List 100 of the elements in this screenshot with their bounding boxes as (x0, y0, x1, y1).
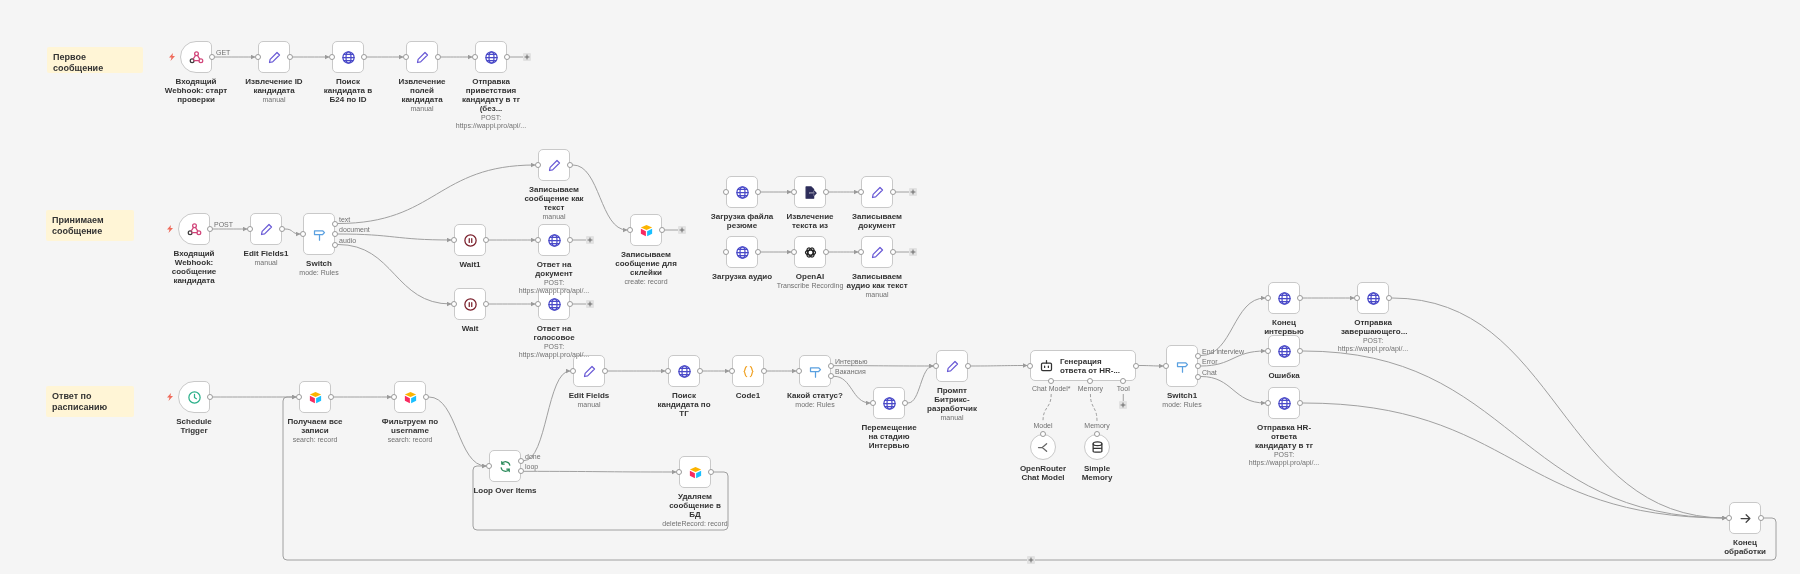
workflow-node[interactable] (861, 236, 893, 268)
workflow-node[interactable] (873, 387, 905, 419)
port-handle[interactable] (435, 54, 441, 60)
port-handle[interactable] (329, 54, 335, 60)
port-handle[interactable] (902, 400, 908, 406)
add-node-button[interactable] (909, 188, 917, 196)
port-handle[interactable] (535, 301, 541, 307)
port-handle[interactable] (890, 189, 896, 195)
add-node-button[interactable] (586, 236, 594, 244)
port-handle[interactable] (1120, 378, 1127, 384)
workflow-node[interactable] (250, 213, 282, 245)
port-handle[interactable] (483, 237, 489, 243)
port-handle[interactable] (1726, 515, 1732, 521)
workflow-node[interactable] (794, 176, 826, 208)
workflow-node[interactable] (538, 149, 570, 181)
workflow-node[interactable] (732, 355, 764, 387)
add-node-button[interactable] (678, 226, 686, 234)
port-handle[interactable] (486, 463, 492, 469)
add-node-button[interactable] (523, 53, 531, 61)
sticky-note[interactable]: Первое сообщение (47, 47, 143, 73)
port-handle[interactable] (361, 54, 367, 60)
port-handle[interactable] (570, 368, 576, 374)
port-handle[interactable] (933, 363, 939, 369)
workflow-node[interactable] (726, 176, 758, 208)
port-handle[interactable] (761, 368, 767, 374)
port-handle[interactable] (287, 54, 293, 60)
port-handle[interactable] (665, 368, 671, 374)
workflow-node[interactable] (178, 381, 210, 413)
workflow-node[interactable] (668, 355, 700, 387)
port-handle[interactable] (755, 189, 761, 195)
port-handle[interactable] (697, 368, 703, 374)
workflow-node[interactable] (538, 224, 570, 256)
workflow-node[interactable] (394, 381, 426, 413)
port-handle[interactable] (1048, 378, 1055, 384)
workflow-node[interactable] (303, 213, 335, 255)
port-handle[interactable] (423, 394, 429, 400)
port-handle[interactable] (300, 231, 306, 237)
workflow-node[interactable] (1084, 434, 1110, 460)
port-handle[interactable] (1094, 431, 1100, 437)
port-handle[interactable] (791, 249, 797, 255)
workflow-node[interactable] (799, 355, 831, 387)
port-handle[interactable] (296, 394, 302, 400)
workflow-node[interactable] (1166, 345, 1198, 387)
port-handle[interactable] (403, 54, 409, 60)
port-handle[interactable] (328, 394, 334, 400)
workflow-node[interactable] (726, 236, 758, 268)
workflow-node[interactable] (406, 41, 438, 73)
port-handle[interactable] (890, 249, 896, 255)
port-handle[interactable] (391, 394, 397, 400)
port-handle[interactable] (1297, 348, 1303, 354)
port-handle[interactable] (504, 54, 510, 60)
port-handle[interactable] (1758, 515, 1764, 521)
port-handle[interactable] (1087, 378, 1094, 384)
workflow-node[interactable] (489, 450, 521, 482)
port-handle[interactable] (858, 249, 864, 255)
port-handle[interactable] (858, 189, 864, 195)
workflow-node[interactable] (1268, 335, 1300, 367)
port-handle[interactable] (1265, 348, 1271, 354)
port-handle[interactable] (723, 189, 729, 195)
port-handle[interactable] (1265, 295, 1271, 301)
workflow-node[interactable] (1357, 282, 1389, 314)
workflow-node[interactable] (1729, 502, 1761, 534)
workflow-node[interactable] (178, 213, 210, 245)
workflow-node[interactable] (630, 214, 662, 246)
port-handle[interactable] (791, 189, 797, 195)
port-handle[interactable] (659, 227, 665, 233)
port-handle[interactable] (247, 226, 253, 232)
workflow-node[interactable] (861, 176, 893, 208)
workflow-node[interactable] (454, 224, 486, 256)
workflow-node[interactable] (1268, 282, 1300, 314)
port-handle[interactable] (708, 469, 714, 475)
workflow-node[interactable] (332, 41, 364, 73)
port-handle[interactable] (567, 162, 573, 168)
port-handle[interactable] (255, 54, 261, 60)
port-handle[interactable] (279, 226, 285, 232)
workflow-node[interactable] (475, 41, 507, 73)
add-node-button[interactable] (1027, 556, 1035, 564)
port-handle[interactable] (729, 368, 735, 374)
port-handle[interactable] (1297, 400, 1303, 406)
port-handle[interactable] (209, 54, 215, 60)
port-handle[interactable] (676, 469, 682, 475)
port-handle[interactable] (1265, 400, 1271, 406)
port-handle[interactable] (567, 237, 573, 243)
port-handle[interactable] (1354, 295, 1360, 301)
port-handle[interactable] (823, 189, 829, 195)
sticky-note[interactable]: Ответ по расписанию (46, 386, 134, 417)
port-handle[interactable] (535, 237, 541, 243)
port-handle[interactable] (1133, 362, 1139, 369)
port-handle[interactable] (870, 400, 876, 406)
port-handle[interactable] (602, 368, 608, 374)
port-handle[interactable] (451, 301, 457, 307)
port-handle[interactable] (1297, 295, 1303, 301)
workflow-node[interactable] (679, 456, 711, 488)
port-handle[interactable] (472, 54, 478, 60)
port-handle[interactable] (1040, 431, 1046, 437)
port-handle[interactable] (796, 368, 802, 374)
port-handle[interactable] (627, 227, 633, 233)
port-handle[interactable] (755, 249, 761, 255)
add-node-button[interactable] (909, 248, 917, 256)
add-node-button[interactable] (1119, 401, 1128, 409)
